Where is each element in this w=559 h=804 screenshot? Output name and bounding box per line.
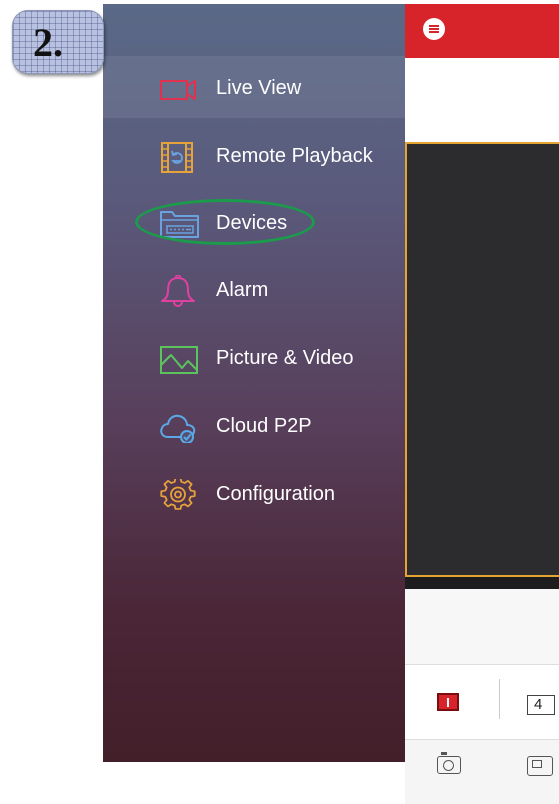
menu-item-configuration[interactable]: Configuration [103,466,405,522]
picture-icon [160,346,198,374]
video-camera-icon [160,80,196,100]
devices-highlight-ellipse [135,199,315,245]
menu-item-label: Alarm [216,279,269,301]
menu-item-alarm[interactable]: Alarm [103,262,405,318]
video-footer [405,577,559,589]
app-header [405,4,559,58]
menu-item-label: Remote Playback [216,145,373,167]
side-drawer: Live View Remote Playback Devices Alarm … [103,4,405,762]
app-subbar [405,58,559,142]
single-window-icon[interactable] [437,693,459,711]
video-window[interactable] [405,142,559,577]
menu-item-picture-video[interactable]: Picture & Video [103,330,405,386]
menu-icon[interactable] [423,18,445,40]
film-playback-icon [161,142,193,173]
step-badge: 2. [12,10,104,74]
menu-item-cloud-p2p[interactable]: Cloud P2P [103,398,405,454]
step-number: 2. [33,20,63,65]
drawer-bottom-area [103,762,405,803]
bottom-toolbar [405,739,559,804]
app-control-area [405,589,559,664]
bell-icon [161,275,195,307]
menu-item-label: Picture & Video [216,347,354,369]
window-split-toolbar: 4 [405,664,559,740]
live-view-screen: 4 [405,4,559,804]
cloud-check-icon [160,414,196,443]
gear-icon [160,479,196,510]
menu-item-label: Cloud P2P [216,415,312,437]
toolbar-divider [499,679,500,719]
record-icon[interactable] [527,756,553,776]
four-window-button[interactable]: 4 [527,695,555,715]
menu-item-remote-playback[interactable]: Remote Playback [103,128,405,184]
menu-item-label: Configuration [216,483,335,505]
menu-item-live-view[interactable]: Live View [103,60,405,116]
capture-icon[interactable] [437,752,461,774]
menu-item-label: Live View [216,77,302,99]
